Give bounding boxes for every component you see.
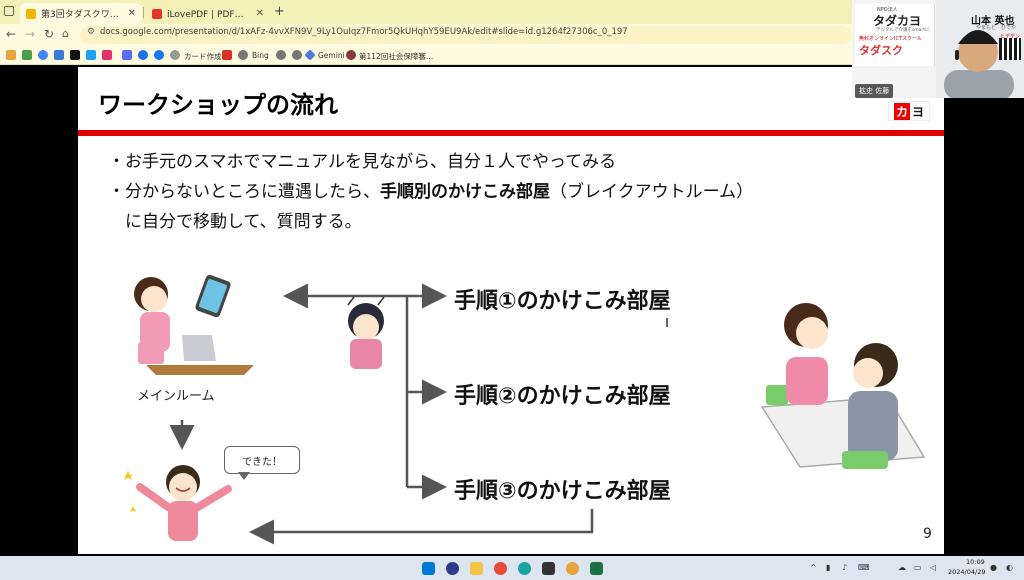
return-arrow <box>249 509 594 545</box>
edge-icon[interactable] <box>518 562 531 575</box>
new-tab-button[interactable]: + <box>274 4 285 19</box>
bookmark-icon[interactable] <box>122 50 132 60</box>
tray-cloud-icon[interactable]: ☁ <box>898 563 906 572</box>
bookmark-icon[interactable] <box>38 50 48 60</box>
slides-icon <box>26 8 36 19</box>
tab-actions-icon[interactable] <box>4 6 14 16</box>
tray-chevron-icon[interactable]: ^ <box>810 563 817 572</box>
bookmark-icon[interactable] <box>86 50 96 60</box>
text-cursor <box>666 318 668 327</box>
bookmark-icon[interactable] <box>292 50 302 60</box>
bookmark-icon[interactable] <box>54 50 64 60</box>
main-room-illustration <box>134 274 254 375</box>
site-info-icon[interactable]: ⚙ <box>87 27 95 37</box>
speech-bubble-tail <box>238 472 250 480</box>
logo-tadasuku-text: タダスク <box>859 44 903 57</box>
breakout-room-3: 手順③のかけこみ部屋 <box>454 479 671 504</box>
bookmark-bing-label[interactable]: Bing <box>252 51 269 60</box>
tab-ilovepdf[interactable]: iLovePDF | PDFファンのためのオンライ… ✕ <box>146 3 270 24</box>
consultation-illustration <box>760 303 926 469</box>
bookmark-icon[interactable] <box>138 50 148 60</box>
forward-icon[interactable]: → <box>25 27 35 41</box>
notification-bell-icon[interactable]: ● <box>990 563 997 572</box>
clock-date[interactable]: 2024/04/29 <box>948 568 985 576</box>
page-number: 9 <box>923 526 932 542</box>
tab-workshop[interactable]: 第3回タダスクワークショップ 令和6年… ✕ <box>20 3 142 24</box>
card-icon[interactable] <box>170 50 180 60</box>
tiktok-icon[interactable] <box>70 50 80 60</box>
tray-keyboard-icon[interactable]: ⌨ <box>858 563 870 572</box>
ilovepdf-icon <box>152 8 162 19</box>
tray-display-icon[interactable]: ▭ <box>914 563 922 572</box>
taskbar: ^ ▮ ♪ ⌨ ☁ ▭ ◁ ● ◐ <box>0 556 1024 580</box>
bookmark-mhlw-label[interactable]: 第112回社会保障審… <box>359 51 433 62</box>
home-icon[interactable]: ⌂ <box>62 27 69 40</box>
bookmark-icon[interactable] <box>238 50 248 60</box>
close-tab-icon[interactable]: ✕ <box>128 8 136 19</box>
speech-bubble: できた！ <box>224 446 300 474</box>
main-room-label: メインルーム <box>137 389 215 404</box>
participant-name: 拡史 佐藤 <box>855 84 894 98</box>
qr-code-icon <box>999 38 1021 60</box>
bookmark-folder-icon[interactable] <box>6 50 16 60</box>
flag-icon[interactable] <box>222 50 232 60</box>
tray-widget-icon[interactable]: ◐ <box>1006 563 1013 572</box>
kayo-logo-tag: カヨ <box>888 101 930 121</box>
tray-usb-icon[interactable]: ▮ <box>826 563 830 572</box>
bookmark-gemini-label[interactable]: Gemini <box>318 51 345 60</box>
breakout-room-2: 手順②のかけこみ部屋 <box>454 384 671 409</box>
bookmark-icon[interactable] <box>276 50 286 60</box>
chrome-profile-icon[interactable] <box>566 562 579 575</box>
speaker-name-ruby: やまもと ひでや <box>976 25 1016 31</box>
chrome-icon[interactable] <box>494 562 507 575</box>
confused-person-illustration <box>347 296 385 369</box>
slide: ワークショップの流れ ・お手元のスマホでマニュアルを見ながら、自分１人でやってみ… <box>78 67 944 554</box>
back-icon[interactable]: ← <box>6 27 16 41</box>
bookmark-icon[interactable] <box>346 50 356 60</box>
close-tab-icon[interactable]: ✕ <box>256 8 264 19</box>
url-text: docs.google.com/presentation/d/1xAFz-4vv… <box>100 27 628 37</box>
bookmark-card-label[interactable]: カード作成 <box>184 51 222 62</box>
tray-volume-icon[interactable]: ◁ <box>930 563 936 572</box>
facebook-icon[interactable] <box>154 50 164 60</box>
bookmark-icon[interactable] <box>22 50 32 60</box>
instagram-icon[interactable] <box>102 50 112 60</box>
clock-time[interactable]: 10:09 <box>966 558 985 566</box>
taskview-icon[interactable] <box>446 562 459 575</box>
gemini-icon[interactable] <box>304 49 316 61</box>
excel-icon[interactable] <box>590 562 603 575</box>
file-explorer-icon[interactable] <box>470 562 483 575</box>
logo-sub-text: デジタルで介護をsmartに <box>876 28 930 33</box>
screen: 第3回タダスクワークショップ 令和6年… ✕ iLovePDF | PDFファン… <box>0 0 1024 580</box>
app-icon[interactable] <box>542 562 555 575</box>
windows-start-icon[interactable] <box>422 562 435 575</box>
tray-mic-icon[interactable]: ♪ <box>842 563 847 572</box>
reload-icon[interactable]: ↻ <box>44 27 54 41</box>
breakout-room-1: 手順①のかけこみ部屋 <box>454 289 671 314</box>
logo-kicker-text: 無料オンラインICTスクール <box>859 36 923 42</box>
